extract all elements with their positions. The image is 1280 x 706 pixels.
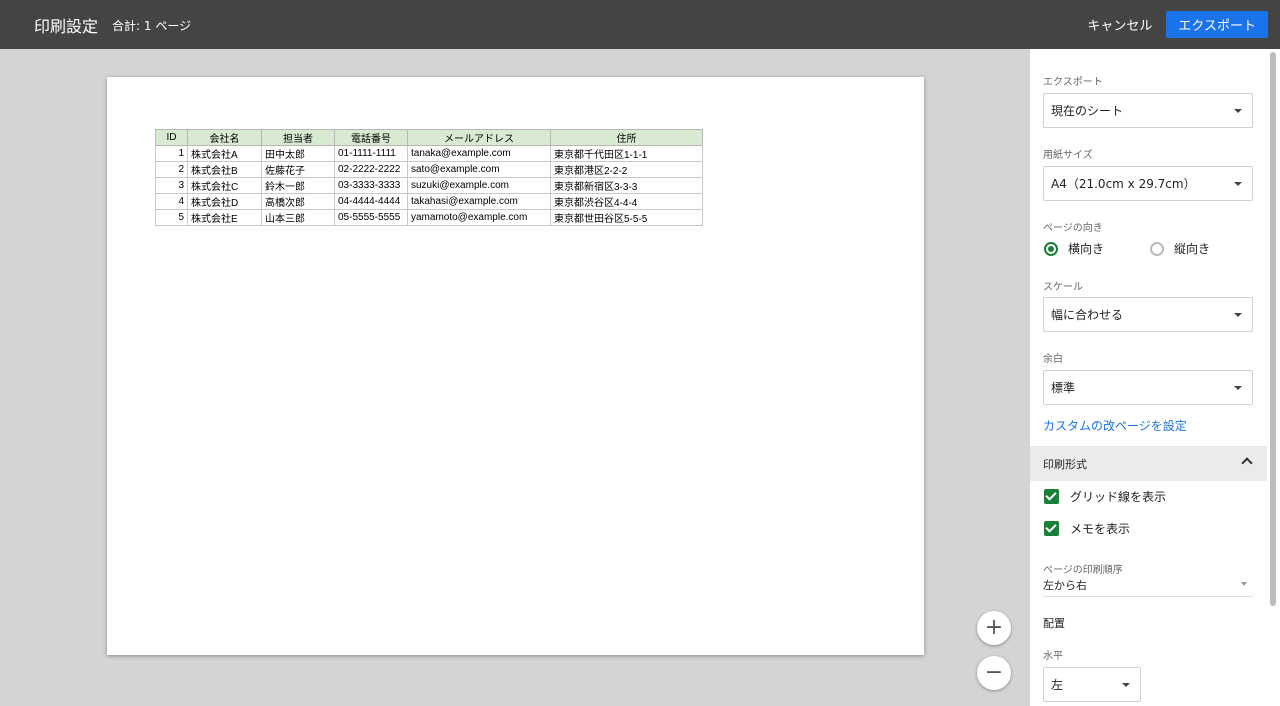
caret-down-icon [1234,109,1242,113]
scale-label: スケール [1043,282,1083,293]
scale-value: 幅に合わせる [1051,308,1124,322]
sheet-table: ID 会社名 担当者 電話番号 メールアドレス 住所 1 株式会社A 田中太郎 … [155,129,703,226]
horizontal-label: 水平 [1043,651,1063,662]
table-cell: 株式会社D [187,193,262,210]
table-cell: 04-4444-4444 [334,193,408,210]
column-header: 電話番号 [334,129,408,146]
table-cell: 株式会社E [187,209,262,226]
zoom-out-button[interactable]: − [977,656,1011,690]
page-order-select[interactable]: 左から右 [1043,577,1253,597]
orientation-portrait-radio[interactable]: 縦向き [1150,240,1210,257]
print-format-section-header[interactable]: 印刷形式 [1030,446,1267,481]
column-header: 会社名 [187,129,262,146]
page-count: 合計: 1 ページ [112,19,192,33]
table-row: 1 株式会社A 田中太郎 01-1111-1111 tanaka@example… [155,145,703,162]
page-order-label: ページの印刷順序 [1043,565,1123,576]
alignment-heading: 配置 [1043,617,1065,630]
horizontal-align-value: 左 [1051,678,1064,692]
orientation-landscape-radio[interactable]: 横向き [1044,240,1104,257]
plus-icon: + [984,615,1004,640]
table-cell: 5 [155,209,188,226]
minus-icon: − [984,660,1004,685]
table-cell: sato@example.com [407,161,551,178]
export-label: エクスポート [1043,77,1103,88]
export-select-value: 現在のシート [1051,104,1124,118]
table-cell: 01-1111-1111 [334,145,408,162]
table-cell: 1 [155,145,188,162]
zoom-in-button[interactable]: + [977,611,1011,645]
margin-value: 標準 [1051,381,1076,395]
caret-down-icon [1234,386,1242,390]
scale-select[interactable]: 幅に合わせる [1043,297,1253,332]
table-cell: 東京都新宿区3-3-3 [550,177,703,194]
radio-unselected-icon [1150,241,1164,256]
preview-page: ID 会社名 担当者 電話番号 メールアドレス 住所 1 株式会社A 田中太郎 … [107,77,924,655]
table-cell: 高橋次郎 [261,193,335,210]
table-cell: 山本三郎 [261,209,335,226]
table-cell: 東京都千代田区1-1-1 [550,145,703,162]
table-row: 4 株式会社D 高橋次郎 04-4444-4444 takahasi@examp… [155,193,703,210]
table-row: 5 株式会社E 山本三郎 05-5555-5555 yamamoto@examp… [155,209,703,226]
print-format-title: 印刷形式 [1043,457,1087,471]
column-header: 担当者 [261,129,335,146]
table-cell: suzuki@example.com [407,177,551,194]
margin-label: 余白 [1043,354,1063,365]
cancel-button[interactable]: キャンセル [1087,15,1152,34]
table-cell: yamamoto@example.com [407,209,551,226]
table-cell: 株式会社A [187,145,262,162]
caret-down-icon [1234,313,1242,317]
orientation-label: ページの向き [1043,223,1103,234]
page-title: 印刷設定 [34,16,99,36]
table-row: 3 株式会社C 鈴木一郎 03-3333-3333 suzuki@example… [155,177,703,194]
export-select[interactable]: 現在のシート [1043,93,1253,128]
table-cell: 鈴木一郎 [261,177,335,194]
table-cell: 3 [155,177,188,194]
table-cell: 東京都渋谷区4-4-4 [550,193,703,210]
table-cell: 田中太郎 [261,145,335,162]
column-header: メールアドレス [407,129,551,146]
caret-down-icon [1234,182,1242,186]
column-header: ID [155,129,188,146]
column-header: 住所 [550,129,703,146]
page-order-value: 左から右 [1043,579,1087,592]
checkbox-checked-icon [1044,489,1059,504]
table-cell: 株式会社C [187,177,262,194]
orientation-landscape-label: 横向き [1068,242,1105,256]
table-cell: 4 [155,193,188,210]
table-row: 2 株式会社B 佐藤花子 02-2222-2222 sato@example.c… [155,161,703,178]
table-cell: 03-3333-3333 [334,177,408,194]
caret-down-icon [1241,582,1247,586]
radio-selected-icon [1044,241,1058,256]
table-cell: 株式会社B [187,161,262,178]
table-cell: 02-2222-2222 [334,161,408,178]
table-header-row: ID 会社名 担当者 電話番号 メールアドレス 住所 [155,129,703,146]
custom-page-break-link[interactable]: カスタムの改ページを設定 [1043,417,1187,434]
checkbox-checked-icon [1044,521,1059,536]
table-cell: 2 [155,161,188,178]
settings-panel: エクスポート 現在のシート 用紙サイズ A4（21.0cm x 29.7cm） … [1030,49,1280,706]
paper-size-select[interactable]: A4（21.0cm x 29.7cm） [1043,166,1253,201]
margin-select[interactable]: 標準 [1043,370,1253,405]
horizontal-align-select[interactable]: 左 [1043,667,1141,702]
show-gridlines-checkbox[interactable]: グリッド線を表示 [1044,488,1166,505]
top-bar: 印刷設定 合計: 1 ページ キャンセル エクスポート [0,0,1280,49]
table-cell: 東京都港区2-2-2 [550,161,703,178]
table-cell: tanaka@example.com [407,145,551,162]
show-notes-label: メモを表示 [1070,522,1131,536]
export-button[interactable]: エクスポート [1166,11,1268,38]
table-cell: 佐藤花子 [261,161,335,178]
show-notes-checkbox[interactable]: メモを表示 [1044,520,1130,537]
caret-down-icon [1122,683,1130,687]
show-gridlines-label: グリッド線を表示 [1070,490,1167,504]
orientation-portrait-label: 縦向き [1174,242,1211,256]
paper-size-label: 用紙サイズ [1043,150,1093,161]
print-preview-area: ID 会社名 担当者 電話番号 メールアドレス 住所 1 株式会社A 田中太郎 … [0,49,1030,706]
chevron-up-icon [1241,457,1253,469]
table-cell: 東京都世田谷区5-5-5 [550,209,703,226]
table-cell: 05-5555-5555 [334,209,408,226]
table-cell: takahasi@example.com [407,193,551,210]
panel-scrollbar[interactable] [1270,52,1276,606]
paper-size-value: A4（21.0cm x 29.7cm） [1051,177,1196,191]
